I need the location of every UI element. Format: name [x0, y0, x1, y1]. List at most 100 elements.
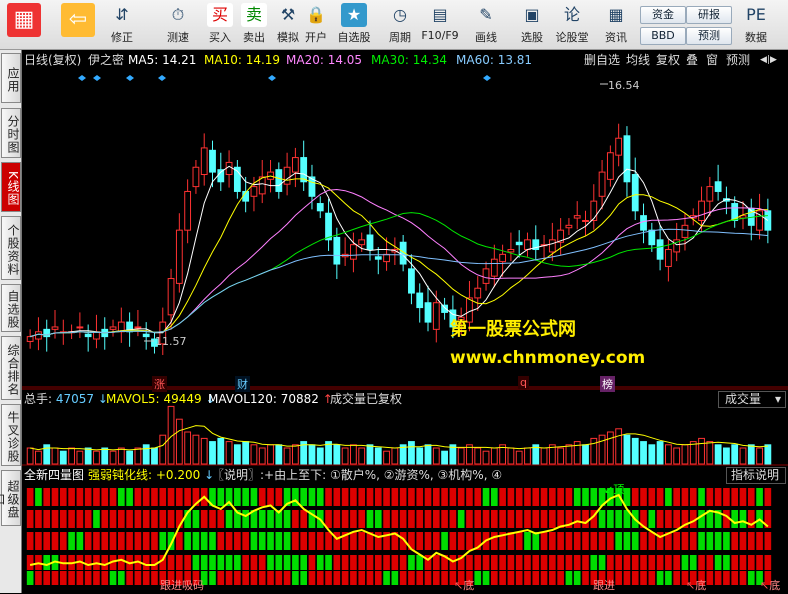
- indicator-block: [399, 555, 407, 570]
- indicator-block: [258, 488, 266, 506]
- sidebar-tab-0[interactable]: 应用: [1, 53, 21, 103]
- indicator-block: [507, 510, 515, 528]
- indicator-block: [200, 555, 208, 570]
- indicator-block: [723, 571, 730, 585]
- candle: [366, 234, 374, 251]
- indicator-block: [706, 488, 714, 506]
- volume-bar: [706, 441, 714, 465]
- pe-button[interactable]: PE 数据: [736, 3, 776, 47]
- indicator-block: [374, 510, 382, 528]
- indicator-block: [151, 571, 158, 585]
- indicator-block: [341, 510, 349, 528]
- chart-tab-0[interactable]: 删自选: [584, 52, 620, 68]
- indicator-block: [532, 571, 540, 585]
- ma10-label: MA10: 14.19: [204, 53, 281, 67]
- sidebar-tab-7[interactable]: 超级盘口: [0, 470, 21, 526]
- candle: [51, 326, 59, 330]
- chart-tab-3[interactable]: 叠: [686, 52, 698, 68]
- clock-button[interactable]: ◷ 周期: [380, 3, 420, 47]
- toolbar-label: 测速: [167, 31, 189, 44]
- ma20-line: [29, 188, 769, 338]
- indicator-block: [101, 532, 109, 550]
- volume-bar: [507, 447, 515, 465]
- event-mark-zhang[interactable]: 涨: [152, 376, 167, 392]
- indicator-block: [159, 532, 167, 550]
- hot-button[interactable]: ♨热: [775, 3, 788, 47]
- candle: [714, 181, 722, 192]
- ma5-value: 14.21: [162, 53, 197, 67]
- toolbar-small-button[interactable]: BBD: [640, 27, 686, 45]
- back-arrow-button[interactable]: ⇦: [58, 3, 98, 47]
- tab-menu-arrow-icon[interactable]: ◀|▶: [760, 52, 777, 68]
- volume-bar: [117, 447, 125, 465]
- toolbar-small-button[interactable]: 资金: [640, 6, 686, 24]
- indicator-block: [217, 555, 225, 570]
- chart-tab-1[interactable]: 均线: [626, 52, 650, 68]
- indicator-block: [673, 488, 680, 506]
- event-mark-cai[interactable]: 财: [235, 376, 250, 392]
- indicator-block: [325, 488, 332, 506]
- indicator-block: [424, 510, 432, 528]
- sidebar-tab-5[interactable]: 综合排名: [1, 336, 21, 400]
- news-button[interactable]: ▦ 资讯: [596, 3, 636, 47]
- indicator-block: [209, 532, 216, 550]
- event-mark-bang[interactable]: 榜: [600, 376, 615, 392]
- grid-icon: ▦: [7, 3, 41, 37]
- indicator-block: [167, 510, 175, 528]
- screen-button[interactable]: ▣ 选股: [512, 3, 552, 47]
- adjust-button[interactable]: ⇵ 修正: [102, 3, 142, 47]
- indicator-block: [408, 555, 415, 570]
- candle: [623, 135, 631, 183]
- lock-button[interactable]: 🔒 开户: [296, 3, 336, 47]
- indicator-block: [234, 532, 241, 550]
- chart-tab-5[interactable]: 预测: [726, 52, 750, 68]
- indicator-help-button[interactable]: 指标说明: [726, 467, 786, 484]
- volume-bar: [441, 450, 448, 465]
- indicator-block: [408, 510, 415, 528]
- indicator-block: [656, 571, 664, 585]
- indicator-block: [242, 532, 249, 550]
- toolbar-label: 论股堂: [555, 31, 589, 44]
- candle: [698, 200, 705, 221]
- indicator-block: [134, 532, 142, 550]
- volume-bar: [26, 447, 34, 465]
- volume-bar: [664, 444, 672, 465]
- volume-bar: [640, 441, 647, 465]
- volume-bar: [258, 447, 266, 465]
- toolbar-label: 自选股: [337, 31, 371, 44]
- volume-indicator-select[interactable]: 成交量 ▾: [718, 391, 786, 408]
- indicator-block: [283, 555, 291, 570]
- chat-button[interactable]: 论论股堂: [552, 3, 592, 47]
- chart-tab-2[interactable]: 复权: [656, 52, 680, 68]
- indicator-block: [275, 571, 283, 585]
- sidebar-tab-2[interactable]: K线图: [1, 162, 21, 212]
- sidebar-tab-1[interactable]: 分时图: [1, 108, 21, 158]
- star-button[interactable]: ★ 自选股: [334, 3, 374, 47]
- ma30-line: [29, 212, 768, 338]
- volume-bar: [408, 441, 415, 465]
- indicator-block: [515, 532, 523, 550]
- indicator-block: [374, 488, 382, 506]
- sidebar-tab-4[interactable]: 自选股: [1, 284, 21, 332]
- indicator-block: [640, 488, 647, 506]
- candle: [416, 292, 424, 309]
- indicator-block: [316, 488, 324, 506]
- chart-tab-4[interactable]: 窗: [706, 52, 718, 68]
- kline-chart[interactable]: [22, 50, 788, 593]
- grid-button[interactable]: ▦: [4, 3, 44, 47]
- f10-button[interactable]: ▤ F10/F9: [420, 3, 460, 47]
- toolbar-small-button[interactable]: 预测: [686, 27, 732, 45]
- indicator-block: [532, 555, 540, 570]
- indicator-block: [681, 555, 689, 570]
- candle: [350, 244, 357, 260]
- pencil-button[interactable]: ✎ 画线: [466, 3, 506, 47]
- sidebar-tab-3[interactable]: 个股资料: [1, 216, 21, 280]
- sidebar-tab-6[interactable]: 牛叉诊股: [1, 404, 21, 466]
- indicator-block: [640, 555, 647, 570]
- toolbar-label: 资讯: [605, 31, 627, 44]
- indicator-block: [631, 532, 639, 550]
- event-mark-q[interactable]: q: [518, 376, 529, 389]
- indicator-block: [731, 510, 739, 528]
- toolbar-small-button[interactable]: 研报: [686, 6, 732, 24]
- speed-test-button[interactable]: ⏱ 测速: [158, 3, 198, 47]
